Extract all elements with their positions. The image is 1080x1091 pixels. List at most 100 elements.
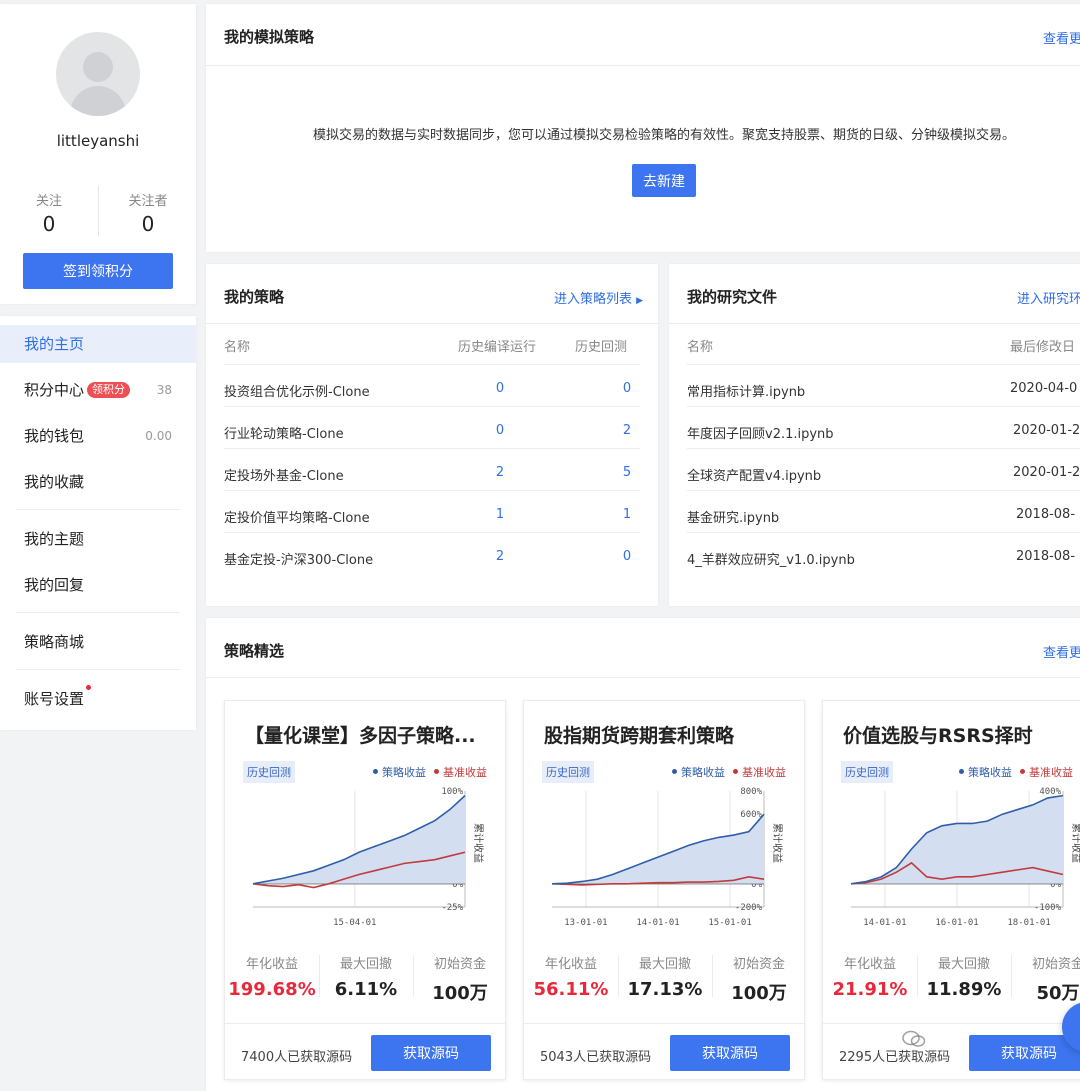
strategy-list-link[interactable]: 进入策略列表 ▶: [554, 288, 643, 307]
research-file-date: 2018-08-: [1016, 507, 1076, 522]
divider: [524, 1023, 804, 1024]
strategy-backtests[interactable]: 0: [612, 549, 642, 564]
strategy-name[interactable]: 投资组合优化示例-Clone: [224, 381, 370, 400]
sim-strategy-panel: 我的模拟策略 查看更 模拟交易的数据与实时数据同步，您可以通过模拟交易检验策略的…: [206, 4, 1080, 252]
y-axis-title: 累计收益: [1070, 823, 1080, 863]
wallet-value: 0.00: [145, 429, 172, 443]
research-file-name[interactable]: 4_羊群效应研究_v1.0.ipynb: [687, 549, 855, 568]
get-source-button[interactable]: 获取源码: [670, 1035, 790, 1071]
initial-capital-value: 50万: [1036, 983, 1080, 1004]
view-more-link[interactable]: 查看更: [1043, 642, 1080, 661]
strategy-runs[interactable]: 0: [485, 423, 515, 438]
nav-divider: [16, 509, 180, 510]
nav-divider: [16, 669, 180, 670]
following-count[interactable]: 0: [9, 212, 89, 236]
legend-strategy: 策略收益: [959, 766, 1012, 779]
research-file-name[interactable]: 全球资产配置v4.ipynb: [687, 465, 821, 484]
strategy-name[interactable]: 行业轮动策略-Clone: [224, 423, 344, 442]
y-axis-title: 累计收益: [771, 823, 784, 863]
sidebar-item-label: 我的主题: [24, 530, 85, 548]
legend-dot-icon: [959, 769, 964, 774]
checkin-button[interactable]: 签到领积分: [23, 253, 173, 289]
divider: [206, 323, 658, 324]
strategy-name[interactable]: 定投场外基金-Clone: [224, 465, 344, 484]
x-tick-label: 14-01-01: [863, 918, 906, 928]
strategy-backtests[interactable]: 2: [612, 423, 642, 438]
avatar[interactable]: [56, 32, 140, 116]
divider: [669, 323, 1080, 324]
legend-benchmark: 基准收益: [434, 766, 487, 779]
max-drawdown-label: 最大回撤: [937, 957, 990, 972]
research-file-name[interactable]: 常用指标计算.ipynb: [687, 381, 805, 400]
strategy-card[interactable]: 股指期货跨期套利策略 历史回测 策略收益 基准收益 13-01-01 14-01-0…: [523, 700, 805, 1080]
panel-title: 我的研究文件: [687, 288, 778, 306]
sidebar-item-wallet[interactable]: 我的钱包 0.00: [0, 417, 196, 455]
strategy-runs[interactable]: 2: [485, 465, 515, 480]
strategy-backtests[interactable]: 0: [612, 381, 642, 396]
backtest-chart: 14-01-0116-01-0118-01-01400%300%200%100%…: [850, 787, 1080, 928]
sidebar-item-topics[interactable]: 我的主题: [0, 520, 196, 558]
strategy-card-title[interactable]: 价值选股与RSRS择时: [843, 721, 1080, 748]
legend-benchmark: 基准收益: [1020, 766, 1073, 779]
research-file-date: 2020-01-2: [1013, 423, 1080, 438]
research-file-name[interactable]: 基金研究.ipynb: [687, 507, 779, 526]
legend-dot-icon: [1020, 769, 1025, 774]
strategy-backtests[interactable]: 1: [612, 507, 642, 522]
strategy-runs[interactable]: 1: [485, 507, 515, 522]
strategy-card-title[interactable]: 【量化课堂】多因子策略...: [245, 721, 495, 748]
following-label[interactable]: 关注: [9, 190, 89, 209]
annual-return-value: 199.68%: [228, 979, 316, 1000]
source-count: 2295人已获取源码: [839, 1050, 951, 1065]
sidebar-item-favorites[interactable]: 我的收藏: [0, 463, 196, 501]
followers-count[interactable]: 0: [108, 212, 188, 236]
sidebar-item-replies[interactable]: 我的回复: [0, 566, 196, 604]
x-tick-label: 13-01-01: [564, 918, 607, 928]
create-new-button[interactable]: 去新建: [632, 164, 696, 197]
backtest-chart: 13-01-0114-01-0115-01-01800%600%400%200%…: [551, 787, 784, 928]
strategy-card[interactable]: 【量化课堂】多因子策略... 历史回测 策略收益 基准收益 15-04-01 100…: [224, 700, 506, 1080]
strategy-card-title[interactable]: 股指期货跨期套利策略: [544, 721, 794, 748]
strategy-runs[interactable]: 2: [485, 549, 515, 564]
y-tick-label: 400%: [1039, 787, 1061, 797]
sidebar-item-store[interactable]: 策略商城: [0, 623, 196, 661]
column-header-modified: 最后修改日: [1010, 340, 1076, 355]
row-divider: [224, 490, 640, 491]
x-tick-label: 18-01-01: [1007, 918, 1050, 928]
sidebar-item-label: 积分中心: [24, 381, 85, 399]
username[interactable]: littleyanshi: [0, 132, 196, 150]
my-strategies-panel: 我的策略 进入策略列表 ▶ 名称 历史编译运行 历史回测 投资组合优化示例-Cl…: [206, 264, 658, 606]
research-files-panel: 我的研究文件 进入研究环 名称 最后修改日 常用指标计算.ipynb 2020-…: [669, 264, 1080, 606]
get-source-button[interactable]: 获取源码: [969, 1035, 1080, 1071]
strategy-runs[interactable]: 0: [485, 381, 515, 396]
strategy-name[interactable]: 定投价值平均策略-Clone: [224, 507, 370, 526]
research-file-name[interactable]: 年度因子回顾v2.1.ipynb: [687, 423, 834, 442]
legend-dot-icon: [733, 769, 738, 774]
panel-title: 我的策略: [224, 288, 285, 306]
research-file-date: 2020-04-0: [1010, 381, 1078, 396]
strategy-card[interactable]: 价值选股与RSRS择时 历史回测 策略收益 基准收益 14-01-01 16-01-…: [822, 700, 1080, 1080]
sidebar-item-points[interactable]: 积分中心 领积分 38: [0, 371, 196, 409]
sidebar-item-home[interactable]: 我的主页: [0, 325, 196, 363]
annual-return-label: 年化收益: [544, 957, 597, 972]
backtest-chart: 15-04-01100%75%50%25%0%-25%累计收益: [252, 787, 485, 928]
legend-strategy: 策略收益: [373, 766, 426, 779]
nav-divider: [16, 612, 180, 613]
strategy-name[interactable]: 基金定投-沪深300-Clone: [224, 549, 373, 568]
sidebar-item-settings[interactable]: 账号设置: [0, 680, 196, 718]
max-drawdown-value: 6.11%: [334, 979, 398, 1000]
strategy-backtests[interactable]: 5: [612, 465, 642, 480]
column-header-name: 名称: [224, 340, 251, 355]
get-source-button[interactable]: 获取源码: [371, 1035, 491, 1071]
column-header-backtests: 历史回测: [575, 340, 628, 355]
legend-dot-icon: [434, 769, 439, 774]
initial-capital-label: 初始资金: [433, 957, 486, 972]
sidebar-item-label: 我的主页: [24, 335, 85, 353]
points-badge[interactable]: 领积分: [87, 382, 131, 398]
y-tick-label: -100%: [1034, 903, 1062, 913]
followers-label[interactable]: 关注者: [108, 190, 188, 209]
sidebar-item-label: 我的回复: [24, 576, 85, 594]
view-more-link[interactable]: 查看更: [1043, 28, 1080, 47]
research-env-link[interactable]: 进入研究环: [1017, 288, 1080, 307]
max-drawdown-value: 17.13%: [627, 979, 703, 1000]
sidebar-item-label: 策略商城: [24, 633, 85, 651]
